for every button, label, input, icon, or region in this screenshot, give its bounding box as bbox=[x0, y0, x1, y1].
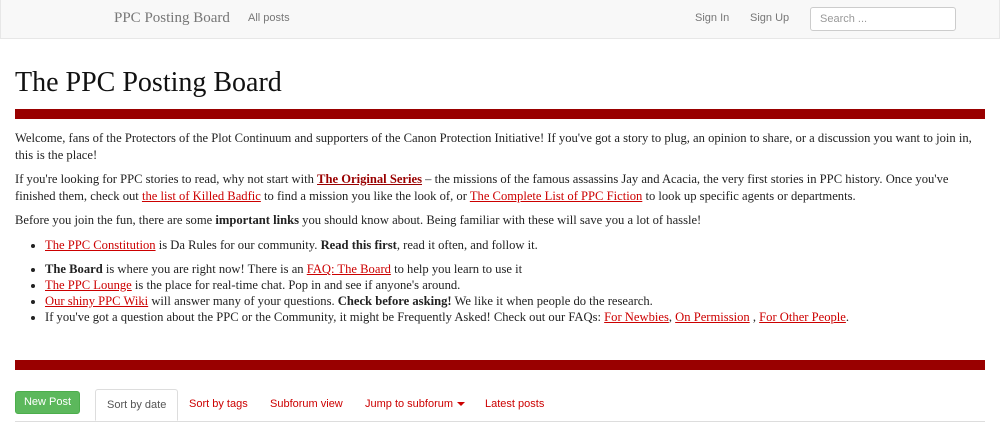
ppc-lounge-link[interactable]: The PPC Lounge bbox=[45, 278, 132, 292]
constitution-link[interactable]: The PPC Constitution bbox=[45, 238, 156, 252]
top-navbar: PPC Posting Board All posts Sign In Sign… bbox=[0, 0, 1000, 39]
brand-link[interactable]: PPC Posting Board bbox=[114, 10, 230, 27]
resources-list: The Board is where you are right now! Th… bbox=[15, 261, 985, 325]
bottom-divider bbox=[15, 360, 985, 370]
list-item: If you've got a question about the PPC o… bbox=[45, 309, 985, 325]
new-post-button[interactable]: New Post bbox=[15, 391, 80, 414]
list-item: The Board is where you are right now! Th… bbox=[45, 261, 985, 277]
all-posts-link[interactable]: All posts bbox=[248, 12, 290, 24]
list-item: The PPC Lounge is the place for real-tim… bbox=[45, 277, 985, 293]
tab-jump-to-subforum[interactable]: Jump to subforum bbox=[365, 398, 466, 410]
faq-other-people-link[interactable]: For Other People bbox=[759, 310, 846, 324]
caret-down-icon bbox=[457, 402, 466, 407]
sign-up-link[interactable]: Sign Up bbox=[750, 12, 789, 24]
reading-paragraph: If you're looking for PPC stories to rea… bbox=[15, 172, 949, 203]
tab-sort-by-date[interactable]: Sort by date bbox=[95, 389, 179, 421]
list-item: Our shiny PPC Wiki will answer many of y… bbox=[45, 293, 985, 309]
tab-latest-posts[interactable]: Latest posts bbox=[485, 398, 544, 410]
welcome-paragraph: Welcome, fans of the Protectors of the P… bbox=[15, 131, 972, 162]
constitution-list: The PPC Constitution is Da Rules for our… bbox=[15, 237, 985, 253]
faq-newbies-link[interactable]: For Newbies bbox=[604, 310, 669, 324]
page-title: The PPC Posting Board bbox=[15, 67, 282, 98]
sign-in-link[interactable]: Sign In bbox=[695, 12, 729, 24]
search-input[interactable] bbox=[810, 7, 956, 31]
top-divider bbox=[15, 109, 985, 119]
important-links-paragraph: Before you join the fun, there are some … bbox=[15, 213, 702, 227]
original-series-link[interactable]: The Original Series bbox=[317, 172, 422, 186]
ppc-wiki-link[interactable]: Our shiny PPC Wiki bbox=[45, 294, 148, 308]
killed-badfic-link[interactable]: the list of Killed Badfic bbox=[142, 189, 261, 203]
tab-subforum-view[interactable]: Subforum view bbox=[270, 398, 343, 410]
view-tabs: New Post Sort by date Sort by tags Subfo… bbox=[15, 389, 985, 422]
complete-list-link[interactable]: The Complete List of PPC Fiction bbox=[470, 189, 642, 203]
faq-permission-link[interactable]: On Permission bbox=[675, 310, 750, 324]
main-content: The PPC Posting Board Welcome, fans of t… bbox=[15, 60, 985, 370]
list-item: The PPC Constitution is Da Rules for our… bbox=[45, 237, 985, 253]
tab-sort-by-tags[interactable]: Sort by tags bbox=[189, 398, 248, 410]
faq-board-link[interactable]: FAQ: The Board bbox=[307, 262, 391, 276]
